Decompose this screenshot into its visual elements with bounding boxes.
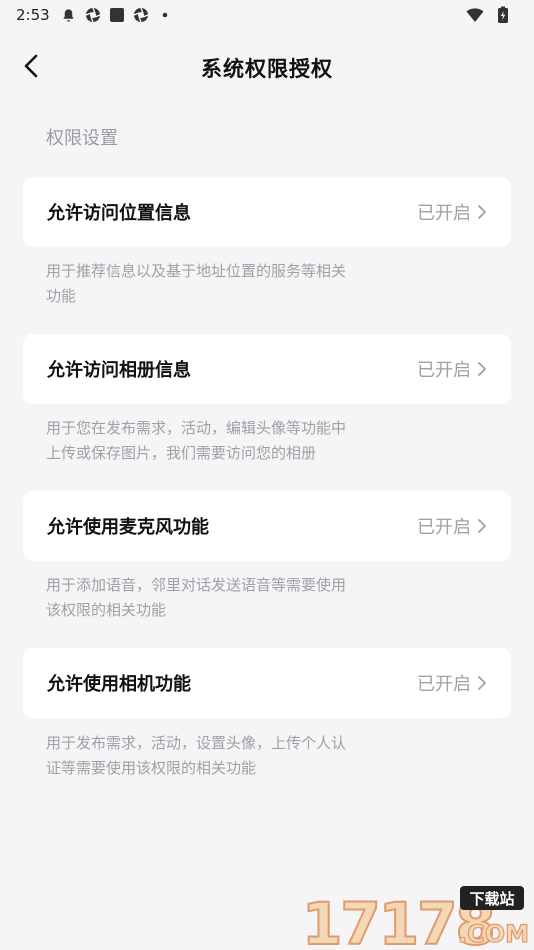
watermark-suffix: .COM (458, 920, 528, 948)
aperture-icon (132, 6, 150, 24)
battery-charging-icon (494, 6, 512, 24)
back-button[interactable] (14, 50, 50, 86)
permission-title: 允许访问相册信息 (47, 360, 191, 381)
chevron-left-icon (22, 54, 42, 82)
status-text: 已开启 (417, 674, 471, 695)
permission-card-microphone[interactable]: 允许使用麦克风功能 已开启 (23, 491, 511, 561)
permission-title: 允许访问位置信息 (47, 203, 191, 224)
status-right (466, 6, 518, 24)
status-time: 2:53 (16, 6, 50, 24)
screen: 2:53 系统权限授权 权限设置 允许访问位置信息 已开启 用于推荐信息以及基于… (0, 0, 534, 950)
status-text: 已开启 (417, 203, 471, 224)
desc-line: 该权限的相关功能 (46, 601, 167, 619)
permission-card-camera[interactable]: 允许使用相机功能 已开启 (23, 648, 511, 718)
desc-line: 用于添加语音，邻里对话发送语音等需要使用 (46, 576, 347, 594)
bell-icon (60, 6, 78, 24)
permission-status: 已开启 (417, 356, 487, 382)
permission-status: 已开启 (417, 513, 487, 539)
permission-card-location[interactable]: 允许访问位置信息 已开启 (23, 177, 511, 247)
dot-icon (156, 6, 174, 24)
desc-line: 用于您在发布需求，活动，编辑头像等功能中 (46, 419, 347, 437)
permission-title: 允许使用相机功能 (47, 674, 191, 695)
square-icon (108, 6, 126, 24)
watermark-logo: 17178 下载站 .COM (300, 884, 530, 950)
desc-line: 证等需要使用该权限的相关功能 (46, 759, 257, 777)
permission-desc-microphone: 用于添加语音，邻里对话发送语音等需要使用 该权限的相关功能 (46, 573, 406, 623)
section-label: 权限设置 (46, 128, 118, 149)
desc-line: 功能 (46, 287, 77, 305)
status-text: 已开启 (417, 360, 471, 381)
chevron-right-icon (477, 204, 487, 220)
page-title: 系统权限授权 (201, 57, 333, 81)
permission-desc-location: 用于推荐信息以及基于地址位置的服务等相关 功能 (46, 259, 406, 309)
permission-status: 已开启 (417, 670, 487, 696)
desc-line: 上传或保存图片，我们需要访问您的相册 (46, 444, 317, 462)
permission-desc-album: 用于您在发布需求，活动，编辑头像等功能中 上传或保存图片，我们需要访问您的相册 (46, 416, 406, 466)
desc-line: 用于发布需求，活动，设置头像，上传个人认 (46, 734, 347, 752)
chevron-right-icon (477, 675, 487, 691)
chevron-right-icon (477, 518, 487, 534)
chevron-right-icon (477, 361, 487, 377)
aperture-icon (84, 6, 102, 24)
desc-line: 用于推荐信息以及基于地址位置的服务等相关 (46, 262, 347, 280)
header: 系统权限授权 (0, 40, 534, 96)
wifi-icon (466, 6, 484, 24)
status-text: 已开启 (417, 517, 471, 538)
permission-status: 已开启 (417, 199, 487, 225)
watermark-tag: 下载站 (469, 890, 514, 908)
permission-card-album[interactable]: 允许访问相册信息 已开启 (23, 334, 511, 404)
permission-title: 允许使用麦克风功能 (47, 517, 209, 538)
permission-desc-camera: 用于发布需求，活动，设置头像，上传个人认 证等需要使用该权限的相关功能 (46, 731, 406, 781)
status-bar: 2:53 (0, 0, 534, 30)
